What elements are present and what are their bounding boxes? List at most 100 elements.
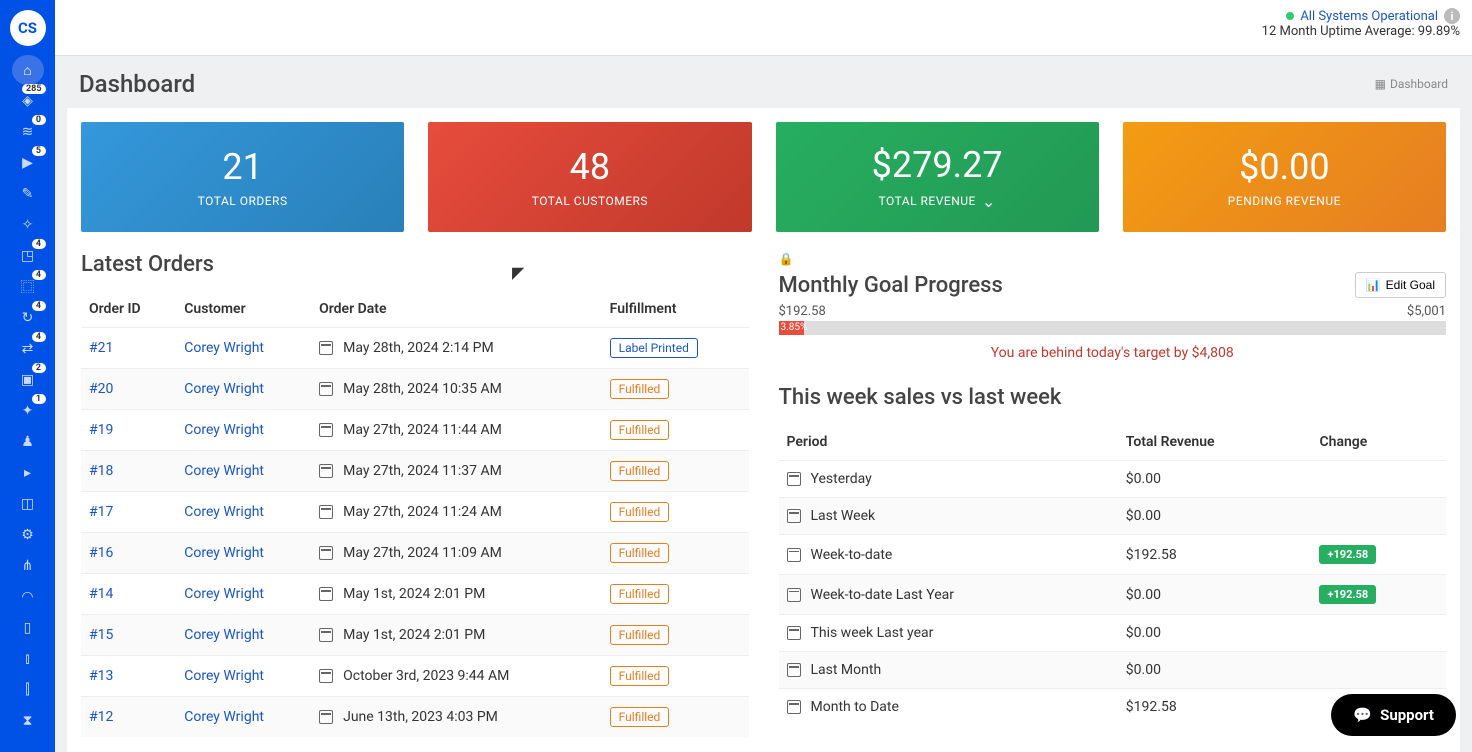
- logo[interactable]: CS: [10, 10, 46, 46]
- customer-link[interactable]: Corey Wright: [184, 340, 264, 356]
- fulfillment-pill: Fulfilled: [610, 420, 670, 440]
- kpi-card[interactable]: 21TOTAL ORDERS: [81, 122, 404, 232]
- rss-icon[interactable]: ≋0: [12, 117, 44, 147]
- gear-icon[interactable]: ⚙: [12, 520, 44, 550]
- status-dot-icon: [1286, 12, 1294, 20]
- fulfillment-pill: Fulfilled: [610, 584, 670, 604]
- breadcrumb[interactable]: ▦ Dashboard: [1375, 77, 1448, 91]
- calendar-icon: [319, 669, 333, 683]
- order-date: October 3rd, 2023 9:44 AM: [343, 668, 509, 684]
- table-header: Total Revenue: [1118, 424, 1312, 461]
- customer-link[interactable]: Corey Wright: [184, 668, 264, 684]
- cube-icon[interactable]: ◳4: [12, 241, 44, 271]
- package-icon[interactable]: ◫: [12, 489, 44, 519]
- order-id-link[interactable]: #12: [89, 709, 113, 725]
- order-date: May 27th, 2024 11:09 AM: [343, 545, 502, 561]
- chart-icon: 📊: [1366, 278, 1381, 292]
- kpi-value: $279.27: [872, 144, 1003, 186]
- goal-target: $5,001: [1407, 304, 1446, 319]
- kpi-value: $0.00: [1239, 146, 1329, 188]
- table-row: #17Corey WrightMay 27th, 2024 11:24 AMFu…: [81, 492, 749, 533]
- customer-link[interactable]: Corey Wright: [184, 504, 264, 520]
- revenue-value: $0.00: [1118, 615, 1312, 652]
- edit-icon[interactable]: ✎: [12, 179, 44, 209]
- customer-link[interactable]: Corey Wright: [184, 709, 264, 725]
- order-date: May 1st, 2024 2:01 PM: [343, 627, 485, 643]
- order-date: May 27th, 2024 11:44 AM: [343, 422, 502, 438]
- topbar: All Systems Operational i 12 Month Uptim…: [55, 0, 1472, 56]
- home-icon[interactable]: ⌂: [12, 55, 44, 85]
- customer-link[interactable]: Corey Wright: [184, 463, 264, 479]
- calendar-icon: [319, 628, 333, 642]
- goal-fill: 3.85%: [779, 321, 805, 335]
- customer-link[interactable]: Corey Wright: [184, 381, 264, 397]
- order-date: May 27th, 2024 11:24 AM: [343, 504, 502, 520]
- bars-icon[interactable]: ⫿: [12, 675, 44, 705]
- table-row: #18Corey WrightMay 27th, 2024 11:37 AMFu…: [81, 451, 749, 492]
- kpi-card[interactable]: $0.00 PENDING REVENUE: [1123, 122, 1446, 232]
- hourglass-icon[interactable]: ⧗: [12, 706, 44, 736]
- period-label: Month to Date: [811, 699, 899, 715]
- video-icon[interactable]: ▸: [12, 458, 44, 488]
- table-row: This week Last year$0.00: [779, 615, 1447, 652]
- revenue-value: $0.00: [1118, 498, 1312, 535]
- customer-link[interactable]: Corey Wright: [184, 627, 264, 643]
- table-header: Order Date: [311, 291, 602, 328]
- order-id-link[interactable]: #17: [89, 504, 113, 520]
- order-id-link[interactable]: #19: [89, 422, 113, 438]
- wand-icon[interactable]: ✧: [12, 210, 44, 240]
- table-row: #15Corey WrightMay 1st, 2024 2:01 PMFulf…: [81, 615, 749, 656]
- calendar-icon: [787, 509, 801, 523]
- fulfillment-pill: Label Printed: [610, 338, 698, 358]
- layers-icon[interactable]: ▣2: [12, 365, 44, 395]
- order-id-link[interactable]: #13: [89, 668, 113, 684]
- order-id-link[interactable]: #16: [89, 545, 113, 561]
- refresh-icon[interactable]: ↻4: [12, 303, 44, 333]
- table-header: Change: [1311, 424, 1446, 461]
- order-id-link[interactable]: #21: [89, 340, 113, 356]
- chat-icon: 💬: [1353, 706, 1372, 724]
- order-id-link[interactable]: #15: [89, 627, 113, 643]
- customer-link[interactable]: Corey Wright: [184, 422, 264, 438]
- customer-link[interactable]: Corey Wright: [184, 545, 264, 561]
- order-id-link[interactable]: #14: [89, 586, 113, 602]
- calendar-icon: [787, 663, 801, 677]
- chart-icon[interactable]: ⫾: [12, 644, 44, 674]
- order-date: May 28th, 2024 10:35 AM: [343, 381, 502, 397]
- kpi-card[interactable]: 48TOTAL CUSTOMERS: [428, 122, 751, 232]
- table-row: Last Week$0.00: [779, 498, 1447, 535]
- mobile-icon[interactable]: ▯: [12, 613, 44, 643]
- tag-icon[interactable]: ◈285: [12, 86, 44, 116]
- table-row: #19 Corey Wright May 27th, 2024 11:44 AM Fu…: [81, 410, 749, 451]
- scan-icon[interactable]: ⿴4: [12, 272, 44, 302]
- main: Dashboard ▦ Dashboard 21TOTAL ORDERS48TO…: [55, 56, 1472, 752]
- order-date: May 28th, 2024 2:14 PM: [343, 340, 494, 356]
- user-icon[interactable]: ♟: [12, 427, 44, 457]
- customer-link[interactable]: Corey Wright: [184, 586, 264, 602]
- calendar-icon: [319, 382, 333, 396]
- table-row: Yesterday$0.00: [779, 461, 1447, 498]
- share-icon[interactable]: ⋔: [12, 551, 44, 581]
- kpi-card[interactable]: $279.27TOTAL REVENUE⌄: [776, 122, 1099, 232]
- order-id-link[interactable]: #18: [89, 463, 113, 479]
- status-text[interactable]: All Systems Operational: [1300, 9, 1438, 24]
- right-section: 🔒 Monthly Goal Progress 📊 Edit Goal $192…: [779, 252, 1447, 752]
- lock-icon: 🔒: [779, 252, 1447, 266]
- period-label: Week-to-date Last Year: [811, 587, 955, 603]
- kpi-label: PENDING REVENUE: [1228, 194, 1341, 208]
- order-date: June 13th, 2023 4:03 PM: [343, 709, 498, 725]
- play-icon[interactable]: ▶5: [12, 148, 44, 178]
- headset-icon[interactable]: ◠: [12, 582, 44, 612]
- support-button[interactable]: 💬 Support: [1331, 694, 1456, 736]
- sync-icon[interactable]: ⇄4: [12, 334, 44, 364]
- order-id-link[interactable]: #20: [89, 381, 113, 397]
- party-icon[interactable]: ✦1: [12, 396, 44, 426]
- orders-table: Order IDCustomerOrder DateFulfillment #2…: [81, 291, 749, 737]
- orders-title: Latest Orders: [81, 252, 749, 277]
- info-icon[interactable]: i: [1444, 8, 1460, 24]
- calendar-icon: [787, 626, 801, 640]
- uptime-text: 12 Month Uptime Average: 99.89%: [1262, 24, 1460, 39]
- fulfillment-pill: Fulfilled: [610, 461, 670, 481]
- table-row: #20Corey WrightMay 28th, 2024 10:35 AMFu…: [81, 369, 749, 410]
- edit-goal-button[interactable]: 📊 Edit Goal: [1355, 272, 1446, 298]
